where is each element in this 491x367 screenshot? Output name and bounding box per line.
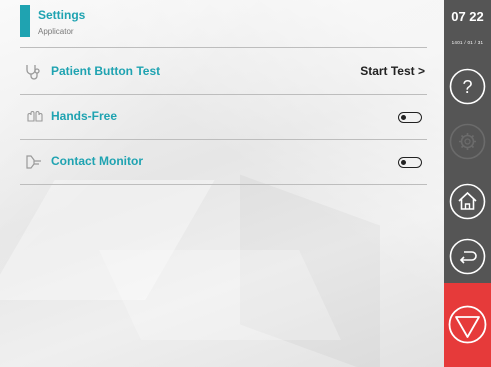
row-hands-free[interactable]: Hands-Free <box>20 97 427 137</box>
divider <box>20 94 427 95</box>
home-icon <box>449 183 486 220</box>
stop-icon <box>448 305 487 344</box>
help-button[interactable]: ? <box>444 63 491 110</box>
stop-button[interactable] <box>444 283 491 367</box>
row-label: Hands-Free <box>51 109 118 123</box>
date: 1401 / 01 / 31 <box>451 40 484 45</box>
hands-icon <box>25 109 45 125</box>
page-title: Settings <box>38 8 86 22</box>
contact-monitor-icon <box>25 154 45 170</box>
toggle-knob <box>401 114 406 120</box>
back-button[interactable] <box>444 233 491 280</box>
settings-panel: Settings Applicator Patient Button Test … <box>0 0 444 367</box>
clock: 07 22 <box>451 9 484 24</box>
row-patient-button-test[interactable]: Patient Button Test Start Test > <box>20 52 427 92</box>
row-label: Contact Monitor <box>51 154 143 168</box>
start-test-button[interactable]: Start Test > <box>360 64 425 78</box>
back-icon <box>449 238 486 275</box>
contact-monitor-toggle[interactable] <box>398 157 422 168</box>
divider <box>20 139 427 140</box>
toggle-knob <box>401 159 406 165</box>
side-rail: 07 22 1401 / 01 / 31 ? <box>444 0 491 367</box>
help-icon: ? <box>449 68 486 105</box>
row-label: Patient Button Test <box>51 64 161 78</box>
settings-icon <box>449 123 486 160</box>
divider <box>20 47 427 48</box>
page-subtitle: Applicator <box>38 27 74 36</box>
header-accent-bar <box>20 5 30 37</box>
home-button[interactable] <box>444 178 491 225</box>
stethoscope-icon <box>25 64 45 80</box>
hands-free-toggle[interactable] <box>398 112 422 123</box>
divider <box>20 184 427 185</box>
settings-button[interactable] <box>444 118 491 165</box>
background-facet <box>99 250 341 340</box>
row-contact-monitor[interactable]: Contact Monitor <box>20 142 427 182</box>
svg-text:?: ? <box>462 77 472 97</box>
